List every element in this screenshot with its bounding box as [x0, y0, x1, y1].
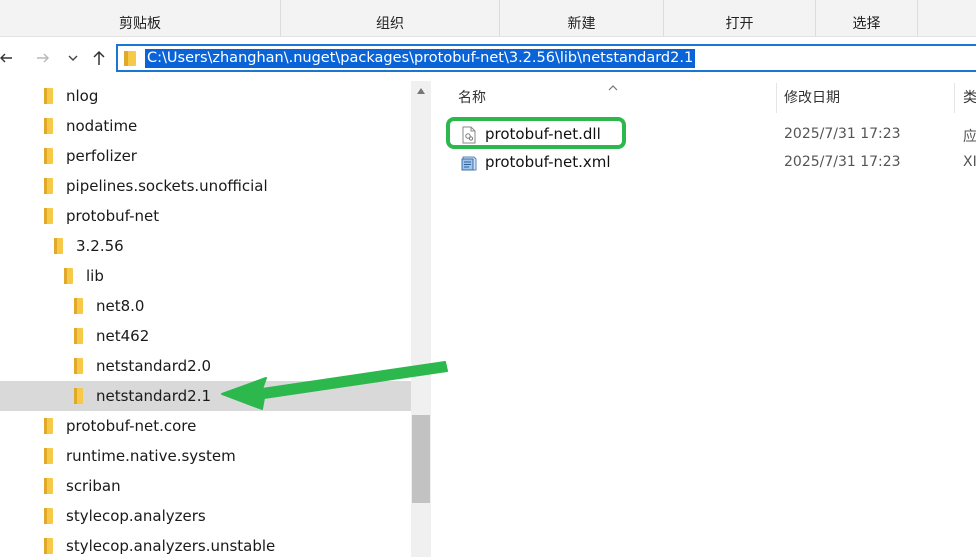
tree-item-label: lib — [86, 267, 104, 285]
column-header-type[interactable]: 类 — [963, 81, 976, 113]
file-row-protobuf-net-xml[interactable]: protobuf-net.xml 2025/7/31 17:23 XI — [431, 149, 976, 177]
folder-icon — [44, 88, 53, 104]
file-row-protobuf-net-dll[interactable]: protobuf-net.dll 2025/7/31 17:23 应 — [431, 121, 976, 149]
ribbon-group-label: 打开 — [725, 15, 754, 32]
column-header-name[interactable]: 名称 — [458, 81, 776, 113]
address-bar[interactable]: C:\Users\zhanghan\.nuget\packages\protob… — [116, 44, 976, 72]
up-button[interactable] — [89, 47, 109, 69]
tree-item-protobuf-net[interactable]: protobuf-net — [0, 201, 411, 231]
dll-file-icon — [462, 126, 476, 144]
recent-locations-button[interactable] — [63, 47, 83, 69]
tree-item-protobuf-net-core[interactable]: protobuf-net.core — [0, 411, 411, 441]
folder-icon — [44, 418, 53, 434]
tree-item-lib[interactable]: lib — [0, 261, 411, 291]
tree-item-label: nodatime — [66, 117, 138, 135]
tree-item-label: netstandard2.1 — [96, 387, 212, 405]
tree-item-scriban[interactable]: scriban — [0, 471, 411, 501]
column-header-label: 类 — [963, 90, 976, 106]
tree-item-perfolizer[interactable]: perfolizer — [0, 141, 411, 171]
tree-item-label: pipelines.sockets.unofficial — [66, 177, 268, 195]
file-list: 名称 修改日期 类 protobuf-net.dll 2025/7/31 17:… — [431, 81, 976, 557]
tree-item-label: runtime.native.system — [66, 447, 236, 465]
folder-icon — [44, 478, 53, 494]
address-path[interactable]: C:\Users\zhanghan\.nuget\packages\protob… — [145, 49, 696, 68]
tree-item-label: perfolizer — [66, 147, 137, 165]
ribbon-group-label: 剪贴板 — [119, 15, 161, 32]
file-modified-date: 2025/7/31 17:23 — [784, 126, 901, 142]
up-arrow-icon — [93, 50, 105, 65]
scroll-thumb[interactable] — [412, 415, 430, 503]
tree-item-net462[interactable]: net462 — [0, 321, 411, 351]
tree-item-nlog[interactable]: nlog — [0, 81, 411, 111]
tree-item-stylecop-analyzers-unstable[interactable]: stylecop.analyzers.unstable — [0, 531, 411, 557]
folder-icon — [74, 298, 83, 314]
tree-item-net8-0[interactable]: net8.0 — [0, 291, 411, 321]
tree-item-label: scriban — [66, 477, 121, 495]
tree-item-label: nlog — [66, 87, 99, 105]
tree-item-netstandard2-1[interactable]: netstandard2.1 — [0, 381, 411, 411]
folder-icon — [44, 508, 53, 524]
file-name: protobuf-net.xml — [485, 153, 611, 171]
navigation-tree: nlog nodatime perfolizer pipelines.socke… — [0, 81, 411, 557]
caret-up-icon — [417, 88, 425, 94]
forward-button[interactable] — [33, 47, 53, 69]
ribbon-group-select[interactable]: 选择 — [816, 0, 918, 37]
tree-item-label: net462 — [96, 327, 150, 345]
tree-item-3-2-56[interactable]: 3.2.56 — [0, 231, 411, 261]
folder-icon — [74, 388, 83, 404]
tree-item-runtime-native-system[interactable]: runtime.native.system — [0, 441, 411, 471]
folder-icon — [44, 538, 53, 554]
tree-scrollbar[interactable] — [411, 81, 431, 557]
folder-icon — [54, 238, 63, 254]
navigation-bar: C:\Users\zhanghan\.nuget\packages\protob… — [0, 37, 976, 81]
tree-item-label: 3.2.56 — [76, 237, 124, 255]
ribbon-group-open[interactable]: 打开 — [664, 0, 816, 37]
file-type: XI — [963, 154, 976, 170]
ribbon-group-label: 选择 — [852, 15, 881, 32]
file-modified-date: 2025/7/31 17:23 — [784, 154, 901, 170]
tree-item-label: stylecop.analyzers.unstable — [66, 537, 276, 555]
forward-arrow-icon — [37, 53, 49, 63]
tree-item-label: protobuf-net.core — [66, 417, 197, 435]
file-explorer-window: 剪贴板 组织 新建 打开 选择 C:\Users\zhanghan\.nuget… — [0, 0, 976, 557]
tree-item-netstandard2-0[interactable]: netstandard2.0 — [0, 351, 411, 381]
ribbon-group-organize[interactable]: 组织 — [281, 0, 500, 37]
scroll-up-button[interactable] — [411, 81, 431, 101]
folder-icon — [74, 328, 83, 344]
folder-icon — [44, 448, 53, 464]
ribbon-group-label: 组织 — [376, 15, 404, 32]
column-header-label: 名称 — [458, 90, 486, 106]
column-divider[interactable] — [776, 83, 777, 113]
tree-item-stylecop-analyzers[interactable]: stylecop.analyzers — [0, 501, 411, 531]
tree-item-label: protobuf-net — [66, 207, 160, 225]
column-header-modified[interactable]: 修改日期 — [784, 81, 954, 113]
back-arrow-icon — [0, 53, 12, 63]
folder-icon — [124, 51, 136, 66]
tree-item-label: netstandard2.0 — [96, 357, 212, 375]
column-header-label: 修改日期 — [784, 90, 840, 106]
tree-item-pipelines[interactable]: pipelines.sockets.unofficial — [0, 171, 411, 201]
folder-icon — [74, 358, 83, 374]
ribbon-group-label: 新建 — [567, 15, 596, 32]
column-divider[interactable] — [954, 83, 955, 113]
folder-icon — [44, 178, 53, 194]
ribbon-group-new[interactable]: 新建 — [500, 0, 664, 37]
back-button[interactable] — [0, 47, 16, 69]
tree-item-label: stylecop.analyzers — [66, 507, 206, 525]
chevron-down-icon — [68, 55, 78, 61]
tree-item-label: net8.0 — [96, 297, 145, 315]
folder-icon — [44, 208, 53, 224]
file-name: protobuf-net.dll — [485, 125, 601, 143]
folder-icon — [44, 148, 53, 164]
folder-icon — [44, 118, 53, 134]
ribbon: 剪贴板 组织 新建 打开 选择 — [0, 0, 976, 37]
xml-file-icon — [461, 156, 477, 171]
folder-icon — [64, 268, 73, 284]
tree-item-nodatime[interactable]: nodatime — [0, 111, 411, 141]
file-type: 应 — [963, 129, 976, 145]
ribbon-group-clipboard[interactable]: 剪贴板 — [0, 0, 281, 37]
